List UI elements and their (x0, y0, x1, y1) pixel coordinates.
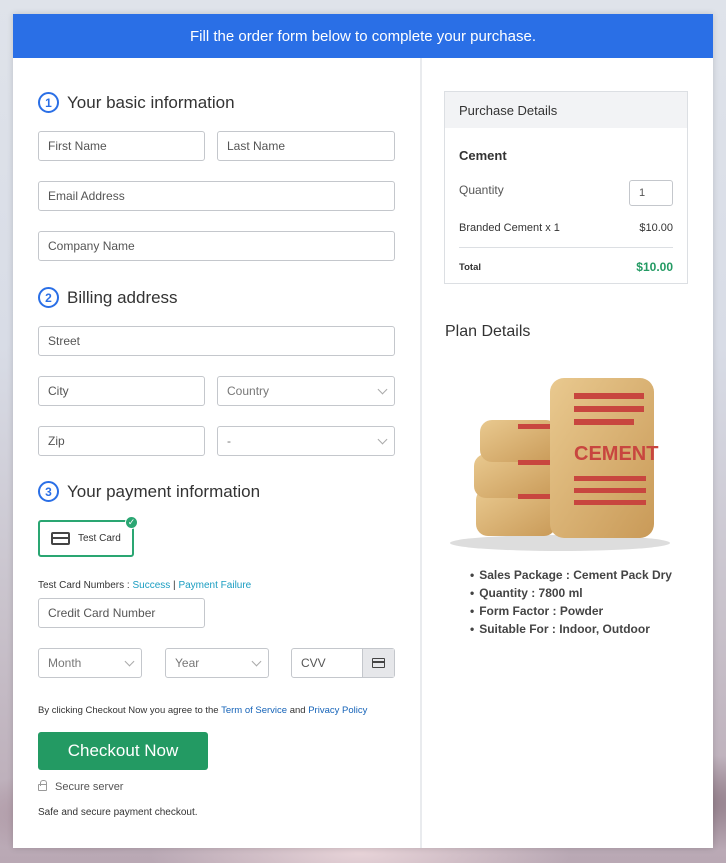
email-placeholder: Email Address (48, 189, 125, 203)
feature-item: Suitable For : Indoor, Outdoor (470, 622, 672, 636)
banner-text: Fill the order form below to complete yo… (190, 27, 536, 45)
safe-note-text: Safe and secure payment checkout. (38, 807, 198, 818)
year-value: Year (175, 656, 200, 670)
last-name-input[interactable]: Last Name (217, 131, 395, 161)
purchase-details-title: Purchase Details (459, 102, 558, 118)
first-name-placeholder: First Name (48, 139, 107, 153)
cement-bags-image: CEMENT (450, 378, 670, 551)
top-banner: Fill the order form below to complete yo… (13, 14, 713, 58)
total-label: Total (459, 262, 481, 273)
lock-icon (38, 780, 47, 791)
terms-and: and (287, 705, 309, 716)
test-card-label: Test Card (78, 533, 121, 544)
line-item-name: Branded Cement x 1 (459, 222, 560, 234)
product-name: Cement (459, 148, 507, 163)
test-numbers-label: Test Card Numbers : (38, 580, 133, 591)
section-billing: 2 Billing address (38, 287, 178, 308)
section-payment: 3 Your payment information (38, 481, 260, 502)
cvv-input[interactable]: CVV (291, 648, 395, 678)
chevron-down-icon (251, 656, 262, 666)
chevron-down-icon (377, 434, 388, 444)
first-name-input[interactable]: First Name (38, 131, 205, 161)
order-form-card: Fill the order form below to complete yo… (13, 14, 713, 848)
last-name-placeholder: Last Name (227, 139, 286, 153)
test-card-numbers: Test Card Numbers : Success | Payment Fa… (38, 580, 251, 591)
card-number-input[interactable]: Credit Card Number (38, 598, 205, 628)
company-input[interactable]: Company Name (38, 231, 395, 261)
test-card-option[interactable]: Test Card ✓ (38, 516, 138, 557)
state-select[interactable]: - (217, 426, 395, 456)
safe-note: Safe and secure payment checkout. (38, 807, 198, 818)
terms-of-service-link[interactable]: Term of Service (221, 705, 287, 716)
feature-item: Sales Package : Cement Pack Dry (470, 568, 672, 582)
month-select[interactable]: Month (38, 648, 142, 678)
secure-label: Secure server (55, 781, 124, 793)
payment-failure-link[interactable]: Payment Failure (178, 580, 251, 591)
country-value: Country (227, 384, 270, 398)
company-placeholder: Company Name (48, 239, 135, 253)
feature-item: Form Factor : Powder (470, 604, 672, 618)
credit-card-icon (51, 532, 70, 545)
step-number: 3 (38, 481, 59, 502)
purchase-details-header: Purchase Details (445, 92, 687, 128)
quantity-value: 1 (639, 187, 646, 199)
terms-prefix: By clicking Checkout Now you agree to th… (38, 705, 222, 716)
cvv-placeholder: CVV (301, 656, 326, 670)
street-input[interactable]: Street (38, 326, 395, 356)
bag-label: CEMENT (574, 443, 658, 465)
card-number-placeholder: Credit Card Number (48, 606, 156, 620)
section-title: Your payment information (67, 481, 261, 501)
purchase-details-box: Purchase Details Cement Quantity 1 Brand… (444, 91, 688, 284)
step-number: 1 (38, 92, 59, 113)
chevron-down-icon (124, 656, 135, 666)
section-title: Your basic information (67, 92, 235, 112)
quantity-input[interactable]: 1 (629, 180, 673, 206)
summary-column: Purchase Details Cement Quantity 1 Brand… (424, 58, 713, 848)
email-input[interactable]: Email Address (38, 181, 395, 211)
feature-item: Quantity : 7800 ml (470, 586, 672, 600)
total-value: $10.00 (636, 260, 673, 274)
city-placeholder: City (48, 384, 69, 398)
section-title: Billing address (67, 287, 178, 307)
quantity-label: Quantity (459, 183, 504, 197)
section-basic-info: 1 Your basic information (38, 92, 235, 113)
zip-input[interactable]: Zip (38, 426, 205, 456)
line-item-price: $10.00 (639, 222, 673, 234)
checkout-label: Checkout Now (67, 741, 179, 760)
chevron-down-icon (377, 384, 388, 394)
city-input[interactable]: City (38, 376, 205, 406)
card-icon (372, 658, 385, 668)
divider (459, 247, 673, 248)
month-value: Month (48, 656, 82, 670)
street-placeholder: Street (48, 334, 81, 348)
year-select[interactable]: Year (165, 648, 269, 678)
country-select[interactable]: Country (217, 376, 395, 406)
secure-server: Secure server (38, 780, 124, 793)
checkmark-icon: ✓ (125, 516, 138, 529)
state-value: - (227, 434, 231, 448)
zip-placeholder: Zip (48, 434, 65, 448)
plan-details-title: Plan Details (445, 323, 531, 340)
terms-text: By clicking Checkout Now you agree to th… (38, 705, 367, 716)
form-column: 1 Your basic information First Name Last… (13, 58, 422, 848)
plan-features-list: Sales Package : Cement Pack Dry Quantity… (470, 568, 672, 640)
checkout-button[interactable]: Checkout Now (38, 732, 208, 770)
privacy-policy-link[interactable]: Privacy Policy (308, 705, 367, 716)
step-number: 2 (38, 287, 59, 308)
success-link[interactable]: Success (132, 580, 170, 591)
cvv-info-button[interactable] (362, 649, 394, 677)
